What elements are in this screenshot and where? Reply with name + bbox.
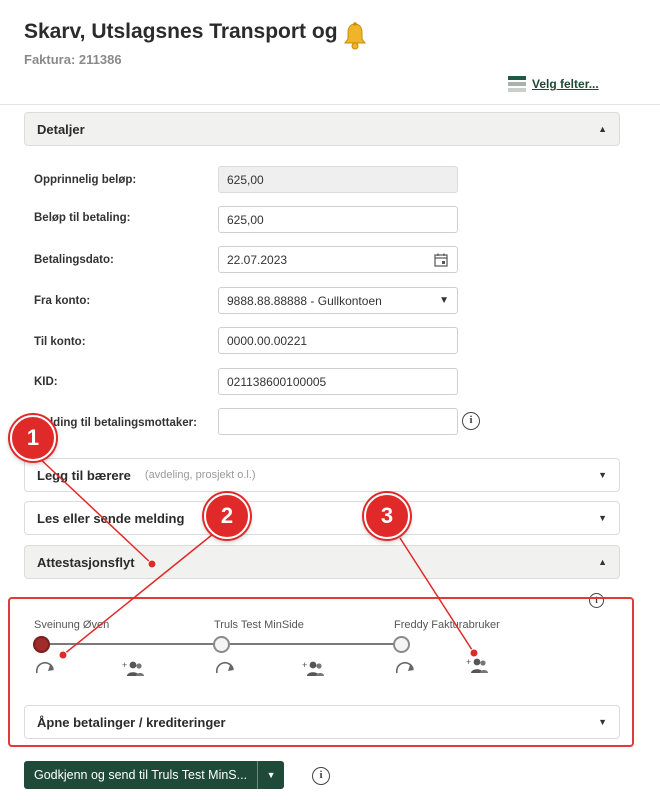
chevron-up-icon: ▲: [598, 124, 607, 134]
to-account-input[interactable]: 0000.00.00221: [218, 327, 458, 354]
panel-carriers-hint: (avdeling, prosjekt o.l.): [144, 469, 256, 481]
original-amount-label: Opprinnelig beløp:: [34, 174, 137, 186]
kid-input[interactable]: 021138600100005: [218, 368, 458, 395]
payment-date-value: 22.07.2023: [227, 252, 288, 267]
panel-open-payments-title: Åpne betalinger / krediteringer: [37, 714, 226, 730]
panel-detaljer[interactable]: Detaljer ▲: [24, 112, 620, 146]
to-account-value: 0000.00.00221: [227, 333, 308, 348]
redo-icon[interactable]: [34, 659, 58, 677]
panel-approval-flow[interactable]: Attestasjonsflyt ▲: [24, 545, 620, 579]
callout-marker: 2: [204, 493, 250, 539]
callout-marker: 3: [364, 493, 410, 539]
flow-node[interactable]: [213, 636, 230, 653]
svg-text:+: +: [302, 660, 307, 670]
info-icon[interactable]: i: [462, 412, 480, 430]
flow-step-name: Sveinung Øven: [34, 619, 110, 631]
panel-messages-title: Les eller sende melding: [37, 510, 185, 526]
original-amount-field: 625,00: [218, 166, 458, 193]
panel-messages[interactable]: Les eller sende melding ▼: [24, 501, 620, 535]
invoice-number: Faktura: 211386: [24, 52, 122, 67]
chevron-down-icon[interactable]: ▼: [258, 770, 284, 780]
info-icon[interactable]: i: [312, 767, 330, 785]
add-user-icon[interactable]: +: [302, 659, 326, 677]
from-account-label: Fra konto:: [34, 295, 91, 307]
chevron-up-icon: ▲: [598, 557, 607, 567]
approve-send-label[interactable]: Godkjenn og send til Truls Test MinS...: [24, 761, 259, 789]
panel-carriers[interactable]: Legg til bærere (avdeling, prosjekt o.l.…: [24, 458, 620, 492]
select-fields-label[interactable]: Velg felter...: [532, 77, 599, 91]
redo-icon[interactable]: [394, 659, 418, 677]
divider: [0, 104, 660, 105]
from-account-select[interactable]: 9888.88.88888 - Gullkontoen ▼: [218, 287, 458, 314]
original-amount-value: 625,00: [227, 172, 264, 187]
add-user-icon[interactable]: +: [466, 656, 490, 674]
payment-amount-value: 625,00: [227, 212, 264, 227]
calendar-icon[interactable]: [433, 252, 449, 268]
to-account-label: Til konto:: [34, 336, 86, 348]
bell-icon[interactable]: [340, 21, 370, 51]
svg-text:+: +: [466, 657, 471, 667]
panel-carriers-title: Legg til bærere: [37, 467, 131, 483]
from-account-value: 9888.88.88888 - Gullkontoen: [227, 293, 382, 308]
payment-amount-label: Beløp til betaling:: [34, 212, 131, 224]
panel-open-payments[interactable]: Åpne betalinger / krediteringer ▼: [24, 705, 620, 739]
chevron-down-icon: ▼: [439, 295, 449, 306]
panel-detaljer-title: Detaljer: [37, 121, 85, 137]
chevron-down-icon: ▼: [598, 717, 607, 727]
columns-icon: [508, 76, 526, 92]
chevron-down-icon: ▼: [598, 513, 607, 523]
redo-icon[interactable]: [214, 659, 238, 677]
payment-date-label: Betalingsdato:: [34, 254, 114, 266]
flow-step-name: Truls Test MinSide: [214, 619, 304, 631]
page-title: Skarv, Utslagsnes Transport og: [24, 20, 338, 43]
approve-send-button[interactable]: Godkjenn og send til Truls Test MinS... …: [24, 761, 285, 789]
select-fields-link[interactable]: Velg felter...: [508, 76, 599, 92]
callout-marker: 1: [10, 415, 56, 461]
message-input[interactable]: [218, 408, 458, 435]
chevron-down-icon: ▼: [598, 470, 607, 480]
payment-amount-input[interactable]: 625,00: [218, 206, 458, 233]
svg-text:+: +: [122, 660, 127, 670]
message-label: Melding til betalingsmottaker:: [34, 417, 197, 429]
flow-step-name: Freddy Fakturabruker: [394, 619, 500, 631]
flow-node[interactable]: [393, 636, 410, 653]
flow-node-active[interactable]: [33, 636, 50, 653]
payment-date-input[interactable]: 22.07.2023: [218, 246, 458, 273]
panel-approval-flow-title: Attestasjonsflyt: [37, 554, 135, 570]
add-user-icon[interactable]: +: [122, 659, 146, 677]
kid-label: KID:: [34, 376, 58, 388]
kid-value: 021138600100005: [227, 374, 327, 389]
